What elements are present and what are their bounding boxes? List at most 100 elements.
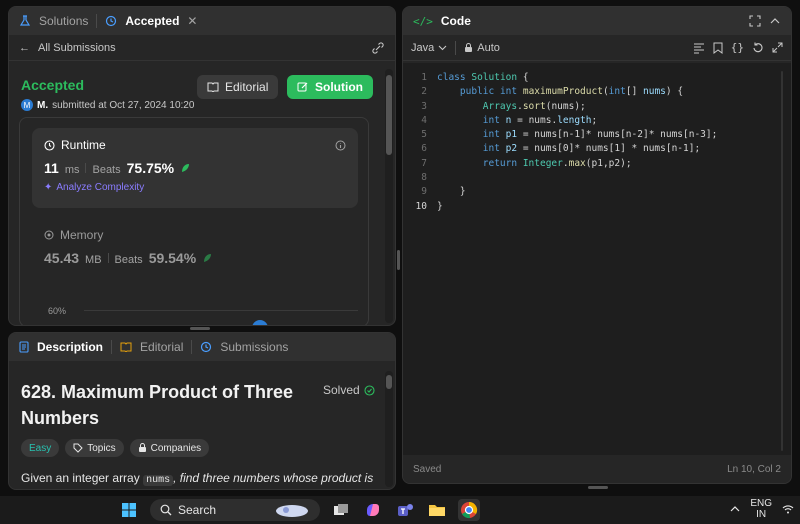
all-submissions-link[interactable]: All Submissions [38,42,116,54]
fullscreen-icon[interactable] [749,15,761,27]
braces-icon[interactable]: {} [731,41,744,54]
screen: Solutions Accepted ✕ ← All Submissions A… [0,0,800,524]
wifi-icon[interactable] [782,504,794,514]
editor-scrollbar[interactable] [781,71,783,451]
code-line[interactable]: 3 Arrays.sort(nums); [403,100,791,114]
statement-part-2: , find three numbers whose product is [173,471,374,485]
runtime-label: Runtime [61,138,106,152]
line-number: 6 [421,143,427,155]
code-line[interactable]: 4 int n = nums.length; [403,114,791,128]
search-icon [160,504,172,516]
tab-divider [111,340,113,354]
editorial-button[interactable]: Editorial [197,75,279,99]
tab-description[interactable]: Description [37,340,103,354]
line-number: 9 [421,186,427,198]
teams-icon[interactable] [394,499,416,521]
companies-label: Companies [150,442,202,454]
memory-values: 45.43 MB Beats 59.54% [44,250,212,266]
info-icon[interactable] [335,140,346,151]
code-line[interactable]: 10} [403,200,791,214]
submission-scrollbar[interactable] [385,69,393,323]
status-accepted: Accepted [21,77,85,93]
solved-label: Solved [323,383,360,397]
tab-editorial[interactable]: Editorial [140,340,183,354]
runtime-unit: ms [64,164,80,176]
auto-label: Auto [477,41,500,54]
document-icon [19,341,29,353]
chevron-up-icon[interactable] [730,504,740,514]
chevron-up-icon[interactable] [769,15,781,27]
statement-part-1: Given an integer array [21,471,140,485]
code-line[interactable]: 6 int p2 = nums[0]* nums[1] * nums[n-1]; [403,142,791,156]
code-line[interactable]: 2 public int maximumProduct(int[] nums) … [403,85,791,99]
tab-solutions[interactable]: Solutions [39,14,88,28]
analyze-complexity-link[interactable]: ✦ Analyze Complexity [44,182,346,193]
line-number: 3 [421,100,427,112]
search-highlight-icon [274,502,310,518]
memory-section[interactable]: Memory 45.43 MB Beats 59.54% [44,228,212,266]
description-tabs: Description Editorial Submissions [9,333,395,361]
description-scroll-thumb[interactable] [386,375,392,389]
chevron-down-icon [438,43,447,52]
chart-marker[interactable] [252,320,268,325]
beaker-icon [19,15,31,27]
line-number: 1 [421,72,427,83]
stats-area: Runtime 11 ms Beats 75.75% ✦ Analyze Com… [19,117,369,325]
link-icon[interactable] [371,41,385,54]
windows-start-icon[interactable] [118,499,140,521]
vertical-resize-handle[interactable] [397,250,400,270]
lang-bottom: IN [756,509,767,520]
code-line[interactable]: 8 [403,171,791,185]
code-editor[interactable]: 1 class Solution { 2 public int maximumPr… [403,63,791,455]
auto-mode[interactable]: Auto [464,42,500,54]
memory-value: 45.43 [44,250,80,266]
language-indicator[interactable]: ENG IN [750,498,772,520]
code-toolbar: Java Auto {} [403,35,791,61]
solution-button[interactable]: Solution [287,75,373,99]
companies-tag[interactable]: Companies [129,439,210,457]
bookmark-icon[interactable] [713,42,723,54]
tab-accepted[interactable]: Accepted [125,14,179,28]
editor-status-bar: Saved Ln 10, Col 2 [403,455,791,483]
taskbar-search[interactable]: Search [150,499,320,521]
line-number: 8 [421,172,427,184]
task-view-icon[interactable] [330,499,352,521]
close-icon[interactable]: ✕ [187,14,197,28]
submission-scroll-thumb[interactable] [386,75,392,155]
code-brackets-icon: </> [413,14,433,28]
code-line[interactable]: 7 return Integer.max(p1,p2); [403,157,791,171]
format-icon[interactable] [693,42,705,54]
line-number: 5 [421,129,427,141]
problem-title: 628. Maximum Product of Three Numbers [21,382,294,428]
expand-icon[interactable] [772,42,783,53]
editor-padding [403,63,791,71]
chrome-icon[interactable] [458,499,480,521]
clock-icon [44,139,55,151]
reset-icon[interactable] [752,42,764,54]
sparkle-icon: ✦ [44,182,53,193]
runtime-card[interactable]: Runtime 11 ms Beats 75.75% ✦ Analyze Com… [32,128,358,208]
description-scrollbar[interactable] [385,371,393,487]
code-line[interactable]: 1 class Solution { [403,71,791,85]
book-icon [207,82,219,92]
username[interactable]: M. [37,100,48,111]
file-explorer-icon[interactable] [426,499,448,521]
code-line[interactable]: 9 } [403,185,791,199]
chip-icon [44,230,54,240]
taskbar-apps: Search [118,499,480,521]
memory-unit: MB [85,254,102,266]
chart-tick-60: 60% [48,306,67,316]
line-number: 7 [421,157,427,169]
beats-label: Beats [92,164,121,176]
topics-tag[interactable]: Topics [65,439,124,457]
arrow-left-icon[interactable]: ← [19,42,30,54]
tab-submissions[interactable]: Submissions [220,340,288,354]
cursor-position: Ln 10, Col 2 [727,463,781,475]
leaf-icon [180,163,190,173]
code-line[interactable]: 5 int p1 = nums[n-1]* nums[n-2]* nums[n-… [403,128,791,142]
language-select[interactable]: Java [411,42,447,54]
horizontal-resize-handle[interactable] [190,327,210,330]
copilot-icon[interactable] [362,499,384,521]
avatar[interactable]: M [21,99,33,111]
bottom-resize-handle[interactable] [588,486,608,489]
